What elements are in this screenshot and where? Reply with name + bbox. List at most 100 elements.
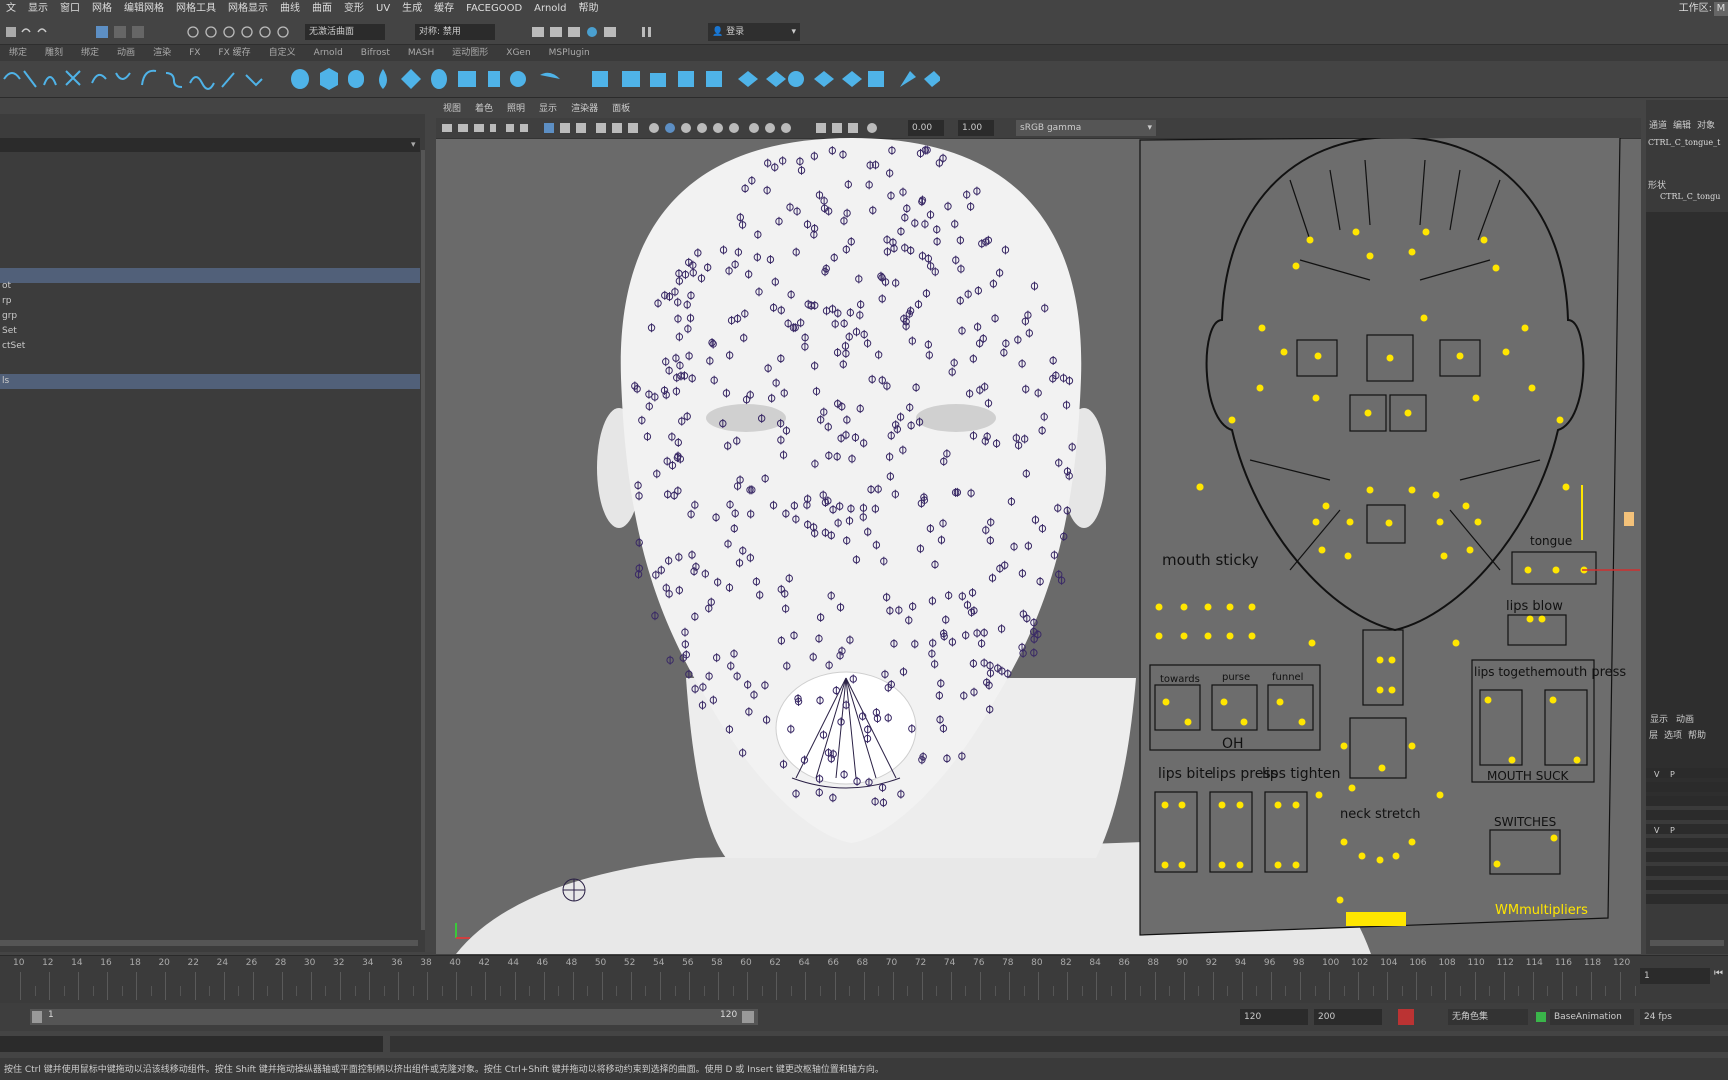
shelf-tab[interactable]: MSPlugin: [540, 45, 599, 61]
timeline-subtick: [1052, 986, 1054, 996]
menu-item[interactable]: 帮助: [573, 0, 605, 18]
menu-item[interactable]: 网格工具: [170, 0, 222, 18]
menu-item[interactable]: 文: [0, 0, 22, 18]
layer-tab[interactable]: 显示: [1646, 712, 1672, 725]
shelf-tab[interactable]: 运动图形: [443, 45, 497, 61]
timeline-subtick: [587, 986, 589, 996]
current-frame-field[interactable]: 1: [1640, 968, 1710, 984]
range-end-handle[interactable]: [742, 1011, 754, 1023]
layer-list[interactable]: V P V P: [1646, 760, 1728, 930]
layer-menu-item[interactable]: 选项: [1661, 728, 1685, 741]
selected-node-name: CTRL_C_tongue_t: [1648, 138, 1721, 147]
render-tools[interactable]: [530, 23, 670, 41]
menu-item[interactable]: 缓存: [428, 0, 460, 18]
timeline-subtick: [936, 986, 938, 996]
timeline-ticks[interactable]: 10 12 14 16 18 20 22 24 26 28 30 32 34 36 38 40 42 44 46 48…: [0, 956, 1636, 1003]
menu-item[interactable]: 编辑网格: [118, 0, 170, 18]
outliner-item[interactable]: rp: [0, 294, 422, 309]
menu-item[interactable]: 窗口: [54, 0, 86, 18]
animation-end-field[interactable]: 120: [1240, 1009, 1308, 1025]
outliner-item[interactable]: ctSet: [0, 339, 422, 354]
channel-box-tab[interactable]: 编辑: [1670, 118, 1694, 131]
shelf-tab[interactable]: 自定义: [260, 45, 305, 61]
help-text: 按住 Ctrl 键并使用鼠标中键拖动以沿该线移动组件。按住 Shift 键并拖动…: [4, 1065, 884, 1075]
layer-menu-item[interactable]: 帮助: [1685, 728, 1709, 741]
timeline-subtick: [558, 986, 560, 996]
chevron-down-icon[interactable]: ▾: [411, 140, 421, 150]
live-surface-field[interactable]: 无激活曲面: [305, 24, 385, 40]
mel-input[interactable]: [0, 1036, 383, 1052]
exposure-field[interactable]: 0.00: [908, 120, 944, 136]
menu-item[interactable]: 曲面: [306, 0, 338, 18]
channel-box-tab[interactable]: 对象: [1694, 118, 1718, 131]
board-control-dot: [1528, 384, 1536, 392]
shelf-tab[interactable]: 雕刻: [36, 45, 72, 61]
selection-mode-tools[interactable]: [92, 23, 152, 41]
outliner-item[interactable]: grp: [0, 309, 422, 324]
shelf-tab[interactable]: 绑定: [0, 45, 36, 61]
file-tools-icons[interactable]: [4, 24, 64, 40]
login-dropdown[interactable]: 👤 登录 ▾: [708, 23, 800, 41]
shelf-tool-icons[interactable]: [0, 61, 942, 97]
menu-item[interactable]: 显示: [22, 0, 54, 18]
shelf-tab[interactable]: Arnold: [305, 45, 352, 61]
shelf-tab[interactable]: FX: [180, 45, 209, 61]
color-space-dropdown[interactable]: sRGB gamma ▾: [1016, 120, 1156, 136]
symmetry-dropdown[interactable]: 对称: 禁用: [415, 24, 495, 40]
shelf-tab[interactable]: 渲染: [144, 45, 180, 61]
step-back-icon[interactable]: ⏮: [1714, 968, 1723, 979]
layer-scrollbar[interactable]: [1650, 940, 1724, 946]
outliner-search-input[interactable]: [0, 138, 420, 152]
range-slider[interactable]: 1 120: [30, 1009, 758, 1025]
shelf-tab[interactable]: MASH: [399, 45, 443, 61]
viewport-menu-item[interactable]: 视图: [436, 100, 468, 118]
menu-item[interactable]: FACEGOOD: [460, 0, 528, 18]
timeline-tick: [1387, 972, 1389, 1000]
anim-layer-dropdown[interactable]: BaseAnimation: [1550, 1009, 1634, 1025]
command-line: [0, 1032, 1728, 1054]
menu-item[interactable]: Arnold: [528, 0, 572, 18]
snap-tools[interactable]: [185, 23, 295, 41]
shelf-tab[interactable]: FX 缓存: [209, 45, 259, 61]
playback-max-field[interactable]: 200: [1314, 1009, 1382, 1025]
menu-item[interactable]: 网格: [86, 0, 118, 18]
shelf-tab[interactable]: XGen: [497, 45, 539, 61]
menu-item[interactable]: 生成: [396, 0, 428, 18]
viewport-menu-item[interactable]: 渲染器: [564, 100, 605, 118]
shelf-tab[interactable]: 绑定: [72, 45, 108, 61]
workspace-selector[interactable]: M: [1714, 2, 1728, 16]
auto-key-icon[interactable]: [1398, 1009, 1414, 1025]
fps-dropdown[interactable]: 24 fps: [1640, 1009, 1728, 1025]
viewport-menu-item[interactable]: 面板: [605, 100, 637, 118]
shelf-tab[interactable]: Bifrost: [352, 45, 399, 61]
outliner-scrollbar[interactable]: [421, 150, 425, 930]
viewport-tool-icons[interactable]: [440, 120, 960, 136]
timeline-tick-label: 24: [216, 958, 229, 968]
outliner-item[interactable]: ls: [0, 374, 422, 389]
character-set-dropdown[interactable]: 无角色集: [1448, 1009, 1528, 1025]
viewport-panel[interactable]: 视图 着色 照明 显示 渲染器 面板 0.00 1.00 sRGB gamma ▾: [436, 100, 1641, 954]
outliner-hscrollbar[interactable]: [0, 940, 418, 946]
viewport-menu-item[interactable]: 着色: [468, 100, 500, 118]
gamma-field[interactable]: 1.00: [958, 120, 994, 136]
layer-tab[interactable]: 动画: [1672, 712, 1698, 725]
range-start-handle[interactable]: [32, 1011, 42, 1023]
menu-item[interactable]: 曲线: [274, 0, 306, 18]
label-switches: SWITCHES: [1494, 815, 1556, 829]
outliner-item[interactable]: ot: [0, 279, 422, 294]
viewport-menu-item[interactable]: 显示: [532, 100, 564, 118]
timeline-tick: [747, 972, 749, 1000]
viewport-menu-item[interactable]: 照明: [500, 100, 532, 118]
outliner-item[interactable]: Set: [0, 324, 422, 339]
shelf-tab[interactable]: 动画: [108, 45, 144, 61]
layer-menu-item[interactable]: 层: [1646, 728, 1661, 741]
timeline-subtick: [907, 986, 909, 996]
file-tools[interactable]: [4, 24, 64, 40]
viewport-scene[interactable]: mouth sticky tongue lips blow towards pu…: [436, 138, 1641, 954]
time-slider[interactable]: 10 12 14 16 18 20 22 24 26 28 30 32 34 36 38 40 42 44 46 48…: [0, 955, 1728, 1003]
board-control-dot: [1336, 896, 1344, 904]
menu-item[interactable]: 网格显示: [222, 0, 274, 18]
menu-item[interactable]: UV: [370, 0, 396, 18]
menu-item[interactable]: 变形: [338, 0, 370, 18]
channel-box-tab[interactable]: 通道: [1646, 118, 1670, 131]
